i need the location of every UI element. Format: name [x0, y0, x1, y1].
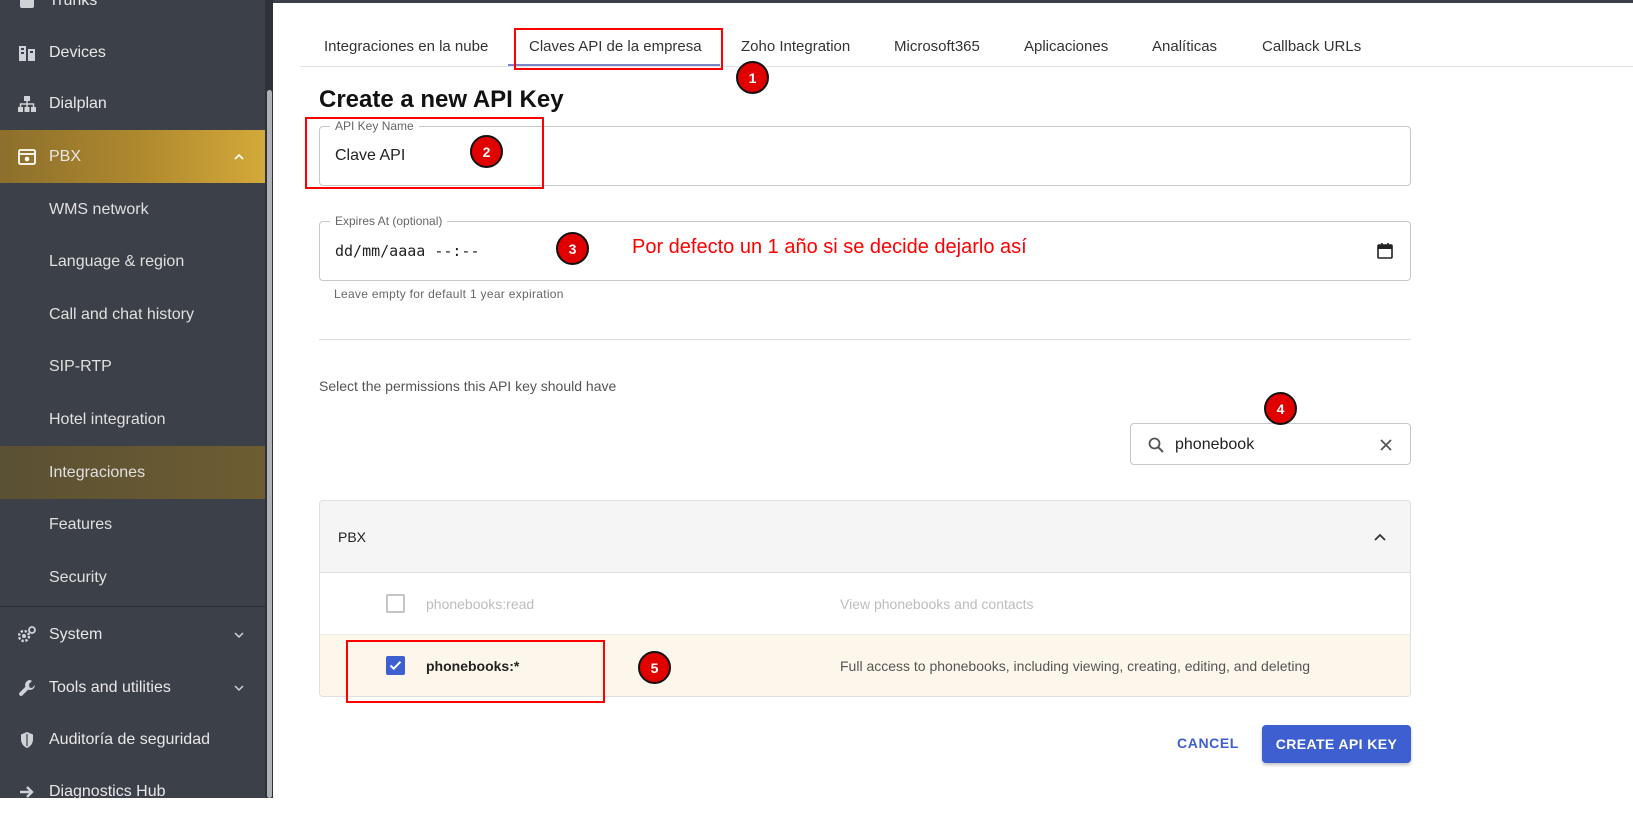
- chevron-down-icon: [232, 681, 246, 695]
- sidebar-item-integraciones[interactable]: Integraciones: [0, 446, 265, 499]
- expires-helper-text: Leave empty for default 1 year expiratio…: [334, 287, 564, 301]
- sidebar-item-language-region[interactable]: Language & region: [0, 235, 265, 288]
- tab-aplicaciones[interactable]: Aplicaciones: [1024, 38, 1108, 55]
- sidebar-item-security[interactable]: Security: [0, 551, 265, 604]
- sidebar: Trunks Devices Dialplan PBX WMS network …: [0, 0, 273, 800]
- tab-microsoft365[interactable]: Microsoft365: [894, 38, 980, 55]
- annotation-box-name: [305, 117, 544, 189]
- sidebar-item-label: SIP-RTP: [49, 357, 112, 375]
- sidebar-item-diagnostics-hub[interactable]: Diagnostics Hub: [0, 765, 265, 818]
- arrow-right-icon: [16, 781, 38, 803]
- tab-integraciones-nube[interactable]: Integraciones en la nube: [324, 38, 488, 55]
- page-title: Create a new API Key: [319, 86, 564, 113]
- permissions-group-header[interactable]: PBX: [320, 501, 1410, 573]
- sidebar-item-tools-utilities[interactable]: Tools and utilities: [0, 661, 265, 714]
- sidebar-item-label: Devices: [49, 43, 106, 61]
- sidebar-item-sip-rtp[interactable]: SIP-RTP: [0, 340, 265, 393]
- sidebar-divider: [0, 606, 265, 607]
- sidebar-item-label: Dialplan: [49, 94, 107, 112]
- section-divider: [319, 339, 1411, 340]
- sidebar-item-label: Features: [49, 515, 113, 533]
- sidebar-item-label: Call and chat history: [49, 305, 194, 323]
- shield-icon: [16, 729, 38, 751]
- expires-at-value[interactable]: dd/mm/aaaa --:--: [335, 242, 480, 260]
- permissions-group-title: PBX: [338, 529, 367, 545]
- top-bar: [273, 0, 1633, 3]
- annotation-badge-4: 4: [1264, 392, 1297, 425]
- sidebar-item-label: PBX: [49, 147, 82, 165]
- sidebar-item-dialplan[interactable]: Dialplan: [0, 77, 265, 130]
- clear-icon[interactable]: [1378, 437, 1394, 458]
- devices-icon: [16, 42, 38, 64]
- sidebar-item-features[interactable]: Features: [0, 498, 265, 551]
- sidebar-item-label: Security: [49, 568, 107, 586]
- permission-checkbox[interactable]: [386, 594, 405, 613]
- wrench-icon: [16, 677, 38, 699]
- tab-analiticas[interactable]: Analíticas: [1152, 38, 1217, 55]
- gears-icon: [16, 624, 38, 646]
- permissions-label: Select the permissions this API key shou…: [319, 378, 617, 394]
- trunks-icon: [16, 0, 38, 12]
- permission-description: Full access to phonebooks, including vie…: [840, 658, 1311, 674]
- search-icon: [1147, 436, 1165, 459]
- annotation-box-tab: [514, 28, 723, 70]
- sidebar-item-hotel-integration[interactable]: Hotel integration: [0, 393, 265, 446]
- annotation-badge-5: 5: [638, 651, 671, 684]
- sidebar-item-wms-network[interactable]: WMS network: [0, 183, 265, 236]
- calendar-icon[interactable]: [1376, 242, 1394, 265]
- annotation-badge-2: 2: [470, 135, 503, 168]
- tab-zoho-integration[interactable]: Zoho Integration: [741, 38, 850, 55]
- sidebar-item-label: Trunks: [49, 0, 98, 9]
- permission-description: View phonebooks and contacts: [840, 596, 1034, 612]
- sidebar-item-label: Auditoría de seguridad: [49, 730, 210, 748]
- sidebar-item-auditoria[interactable]: Auditoría de seguridad: [0, 713, 265, 766]
- cancel-button[interactable]: CANCEL: [1166, 725, 1250, 761]
- pbx-icon: [16, 146, 38, 168]
- sidebar-item-call-chat-history[interactable]: Call and chat history: [0, 288, 265, 341]
- tabs-divider: [300, 66, 1633, 67]
- tab-callback-urls[interactable]: Callback URLs: [1262, 38, 1361, 55]
- search-value[interactable]: phonebook: [1175, 436, 1254, 454]
- create-api-key-button[interactable]: CREATE API KEY: [1262, 725, 1411, 763]
- sidebar-item-label: Tools and utilities: [49, 678, 171, 696]
- permissions-search-input[interactable]: phonebook: [1130, 423, 1411, 465]
- chevron-down-icon: [232, 628, 246, 642]
- permission-row[interactable]: phonebooks:read View phonebooks and cont…: [320, 573, 1410, 635]
- sidebar-item-label: Integraciones: [49, 463, 146, 481]
- expires-at-label: Expires At (optional): [330, 214, 448, 228]
- sidebar-item-label: System: [49, 625, 103, 643]
- sidebar-scrollbar-thumb[interactable]: [267, 90, 272, 798]
- sidebar-item-devices[interactable]: Devices: [0, 26, 265, 79]
- annotation-badge-3: 3: [556, 232, 589, 265]
- sidebar-item-pbx[interactable]: PBX: [0, 130, 265, 183]
- sidebar-item-trunks[interactable]: Trunks: [0, 0, 265, 27]
- annotation-box-permission: [346, 640, 605, 703]
- permission-name: phonebooks:read: [426, 596, 535, 612]
- sidebar-item-system[interactable]: System: [0, 608, 265, 661]
- annotation-note: Por defecto un 1 año si se decide dejarl…: [632, 236, 1027, 258]
- chevron-up-icon[interactable]: [1372, 530, 1388, 551]
- chevron-up-icon: [232, 150, 246, 164]
- annotation-badge-1: 1: [736, 61, 769, 94]
- sidebar-item-label: WMS network: [49, 200, 149, 218]
- sitemap-icon: [16, 93, 38, 115]
- sidebar-item-label: Hotel integration: [49, 410, 166, 428]
- sidebar-item-label: Language & region: [49, 252, 185, 270]
